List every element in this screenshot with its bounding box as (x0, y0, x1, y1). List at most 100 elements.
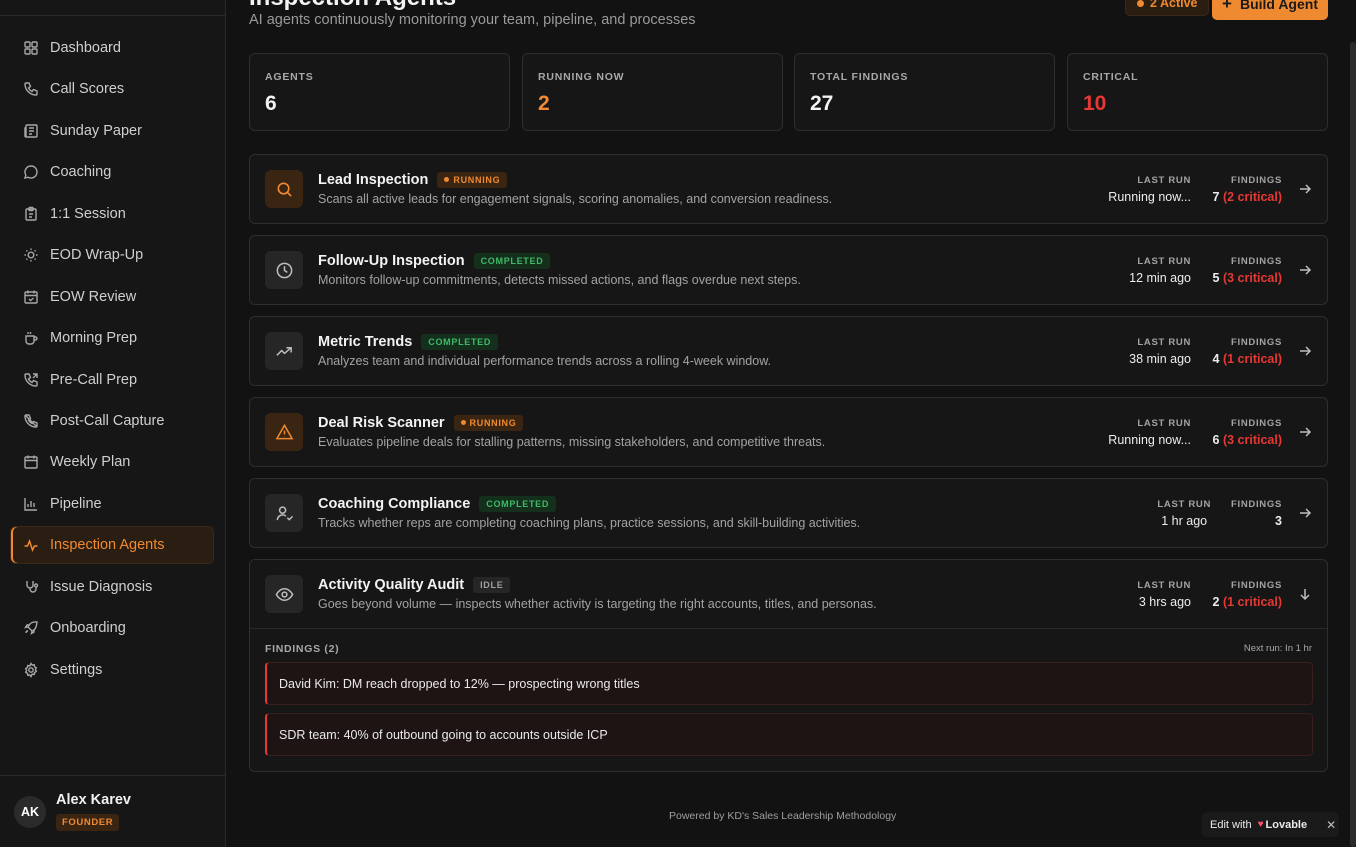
sidebar-item-label: 1:1 Session (50, 205, 126, 222)
last-run: LAST RUN 12 min ago (1129, 256, 1191, 285)
last-run: LAST RUN 1 hr ago (1157, 499, 1211, 528)
sidebar-item-label: Pre-Call Prep (50, 371, 138, 388)
status-badge: RUNNING (453, 415, 524, 431)
agent-description: Evaluates pipeline deals for stalling pa… (318, 435, 826, 449)
last-run: LAST RUN 38 min ago (1129, 337, 1191, 366)
rocket-icon (23, 620, 39, 636)
sidebar-item-label: Post-Call Capture (50, 412, 165, 429)
agent-card-follow-up-inspection[interactable]: Follow-Up Inspection COMPLETED Monitors f… (249, 235, 1328, 305)
message-icon (23, 164, 39, 180)
stethoscope-icon (23, 579, 39, 595)
scrollbar[interactable] (1350, 42, 1356, 847)
stat-label: CRITICAL (1083, 71, 1139, 83)
finding-item[interactable]: David Kim: DM reach dropped to 12% — pro… (265, 662, 1313, 705)
sidebar-item-weekly-plan[interactable]: Weekly Plan (10, 443, 214, 481)
findings-count: FINDINGS 2 (1 critical) (1212, 580, 1283, 609)
active-count-label: 2 Active (1150, 0, 1198, 10)
close-icon[interactable]: ✕ (1326, 818, 1336, 832)
gear-icon (23, 661, 39, 678)
newspaper-icon (23, 123, 39, 139)
sidebar-item-label: Inspection Agents (50, 537, 165, 554)
sidebar-item-onboarding[interactable]: Onboarding (10, 609, 214, 647)
stat-card-agents: AGENTS 6 (249, 53, 510, 131)
sidebar-item-label: EOD Wrap-Up (50, 247, 144, 264)
stat-value: 2 (538, 92, 550, 115)
arrow-right-icon[interactable] (1297, 343, 1313, 359)
warning-icon (265, 413, 303, 451)
agent-card-coaching-compliance[interactable]: Coaching Compliance COMPLETED Tracks whet… (249, 478, 1328, 548)
sidebar-item-label: Onboarding (50, 620, 126, 637)
stat-value: 27 (810, 92, 834, 115)
agent-card-metric-trends[interactable]: Metric Trends COMPLETED Analyzes team and… (249, 316, 1328, 386)
sidebar-item-eow-review[interactable]: EOW Review (10, 278, 214, 316)
status-badge: RUNNING (437, 172, 508, 188)
user-name: Alex Karev (56, 792, 131, 808)
arrow-right-icon[interactable] (1297, 424, 1313, 440)
findings-count: FINDINGS 6 (3 critical) (1212, 418, 1283, 447)
lovable-prefix: Edit with (1210, 818, 1252, 831)
page-title: Inspection Agents (249, 0, 456, 12)
stat-card-total-findings: TOTAL FINDINGS 27 (794, 53, 1055, 131)
agent-name: Metric Trends COMPLETED (318, 334, 499, 350)
lovable-badge[interactable]: Edit with ♥ Lovable ✕ (1202, 812, 1339, 837)
user-profile[interactable]: AK Alex Karev FOUNDER (14, 792, 131, 831)
sidebar-item-label: Weekly Plan (50, 454, 131, 471)
activity-icon (23, 537, 39, 553)
sidebar: Dashboard Call Scores Sunday Paper Coach… (0, 0, 226, 847)
findings-count: FINDINGS 4 (1 critical) (1212, 337, 1283, 366)
sidebar-item-1on1-session[interactable]: 1:1 Session (10, 195, 214, 233)
sidebar-item-label: Call Scores (50, 81, 125, 98)
next-run-label: Next run: In 1 hr (1243, 643, 1312, 654)
sidebar-item-coaching[interactable]: Coaching (10, 153, 214, 191)
sidebar-divider (0, 775, 225, 776)
agent-name: Coaching Compliance COMPLETED (318, 496, 557, 512)
agent-name: Lead Inspection RUNNING (318, 172, 508, 188)
sidebar-item-pre-call-prep[interactable]: Pre-Call Prep (10, 361, 214, 399)
build-agent-button[interactable]: + Build Agent (1212, 0, 1328, 20)
sidebar-item-label: EOW Review (50, 288, 137, 305)
clipboard-icon (23, 206, 39, 222)
sidebar-item-issue-diagnosis[interactable]: Issue Diagnosis (10, 568, 214, 606)
calendar-icon (23, 454, 39, 470)
phone-forward-icon (23, 372, 39, 388)
trending-up-icon (265, 332, 303, 370)
footer-text: Powered by KD's Sales Leadership Methodo… (669, 810, 897, 822)
build-agent-label: Build Agent (1239, 0, 1318, 12)
finding-item[interactable]: SDR team: 40% of outbound going to accou… (265, 713, 1313, 756)
search-icon (265, 170, 303, 208)
clock-icon (265, 251, 303, 289)
sidebar-item-morning-prep[interactable]: Morning Prep (10, 319, 214, 357)
sidebar-item-dashboard[interactable]: Dashboard (10, 29, 214, 67)
agent-card-deal-risk-scanner[interactable]: Deal Risk Scanner RUNNING Evaluates pipel… (249, 397, 1328, 467)
divider (250, 628, 1327, 629)
agent-description: Monitors follow-up commitments, detects … (318, 273, 801, 287)
status-badge: COMPLETED (479, 496, 557, 512)
arrow-right-icon[interactable] (1297, 262, 1313, 278)
arrow-right-icon[interactable] (1297, 181, 1313, 197)
agent-name: Deal Risk Scanner RUNNING (318, 415, 524, 431)
agent-card-lead-inspection[interactable]: Lead Inspection RUNNING Scans all active … (249, 154, 1328, 224)
agent-name: Follow-Up Inspection COMPLETED (318, 253, 551, 269)
phone-off-icon (23, 413, 39, 429)
sidebar-divider (0, 15, 225, 16)
last-run: LAST RUN Running now... (1108, 175, 1191, 204)
heart-icon: ♥ (1257, 819, 1264, 830)
agent-description: Analyzes team and individual performance… (318, 354, 772, 368)
arrow-right-icon[interactable] (1297, 505, 1313, 521)
findings-count: FINDINGS 7 (2 critical) (1212, 175, 1283, 204)
findings-count: FINDINGS 5 (3 critical) (1212, 256, 1283, 285)
phone-icon (23, 81, 39, 97)
user-role-badge: FOUNDER (56, 814, 120, 831)
agent-card-activity-quality-audit[interactable]: Activity Quality Audit IDLE Goes beyond v… (249, 559, 1328, 772)
arrow-down-icon[interactable] (1297, 586, 1313, 602)
sidebar-item-inspection-agents[interactable]: Inspection Agents (10, 526, 214, 565)
sidebar-item-post-call-capture[interactable]: Post-Call Capture (10, 402, 214, 440)
sidebar-item-call-scores[interactable]: Call Scores (10, 70, 214, 108)
sidebar-item-pipeline[interactable]: Pipeline (10, 485, 214, 523)
sidebar-item-settings[interactable]: Settings (10, 651, 214, 689)
sidebar-item-eod-wrap-up[interactable]: EOD Wrap-Up (10, 236, 214, 274)
sidebar-item-sunday-paper[interactable]: Sunday Paper (10, 112, 214, 150)
page-subtitle: AI agents continuously monitoring your t… (249, 12, 696, 28)
sidebar-item-label: Morning Prep (50, 330, 138, 347)
last-run: LAST RUN 3 hrs ago (1137, 580, 1191, 609)
